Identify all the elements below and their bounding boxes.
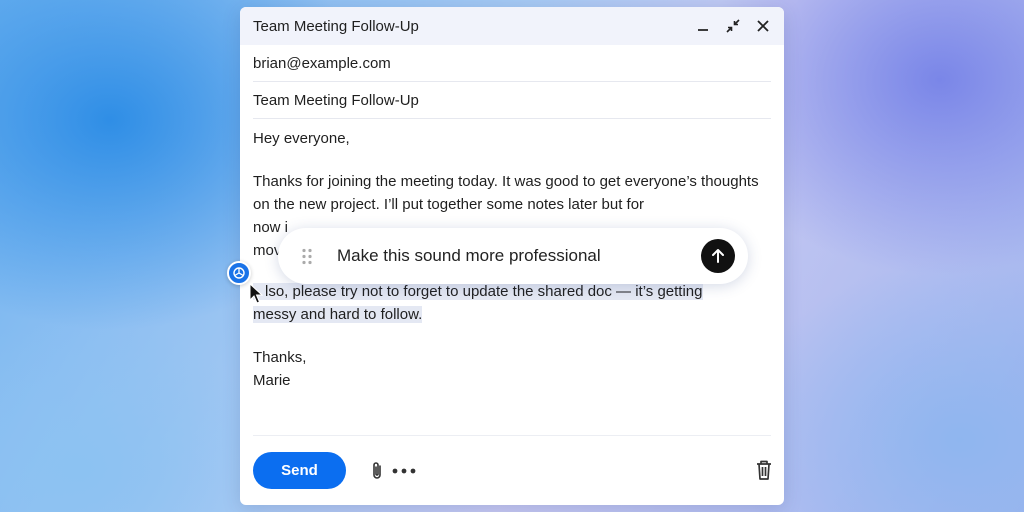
to-value: brian@example.com [253,54,391,72]
footer-divider [253,435,771,436]
signoff-text: Thanks, [253,349,307,366]
signature-text: Marie [253,372,291,389]
compose-titlebar: Team Meeting Follow-Up [240,7,784,45]
compose-title: Team Meeting Follow-Up [253,17,419,35]
submit-button[interactable] [701,239,735,273]
arrow-up-icon [712,249,724,263]
openai-logo-icon[interactable] [227,261,251,285]
paperclip-icon[interactable] [370,461,384,481]
body-greeting: Hey everyone, [253,130,350,147]
body-paragraph-2-selected[interactable]: lso, please try not to forget to update … [253,280,771,326]
drag-grip-icon[interactable] [301,248,313,265]
close-icon[interactable] [754,17,772,35]
to-field[interactable]: brian@example.com [253,45,771,82]
mouse-cursor-icon [249,283,263,304]
prompt-input[interactable] [337,243,677,269]
window-controls [694,17,772,35]
selected-text-line-1: lso, please try not to forget to update … [253,283,703,300]
body-paragraph-1-partial-line-1: now i [253,219,289,236]
ai-prompt-bar [278,228,748,284]
subject-value: Team Meeting Follow-Up [253,91,419,109]
more-dots-icon[interactable] [391,463,417,479]
send-button[interactable]: Send [253,452,346,489]
minimize-icon[interactable] [694,17,712,35]
subject-field[interactable]: Team Meeting Follow-Up [253,82,771,119]
body-paragraph-1-text: Thanks for joining the meeting today. It… [253,173,759,213]
trash-icon[interactable] [754,459,774,481]
body-signoff: Thanks, Marie [253,346,771,392]
selected-text-line-2: messy and hard to follow. [253,306,423,323]
collapse-icon[interactable] [724,17,742,35]
